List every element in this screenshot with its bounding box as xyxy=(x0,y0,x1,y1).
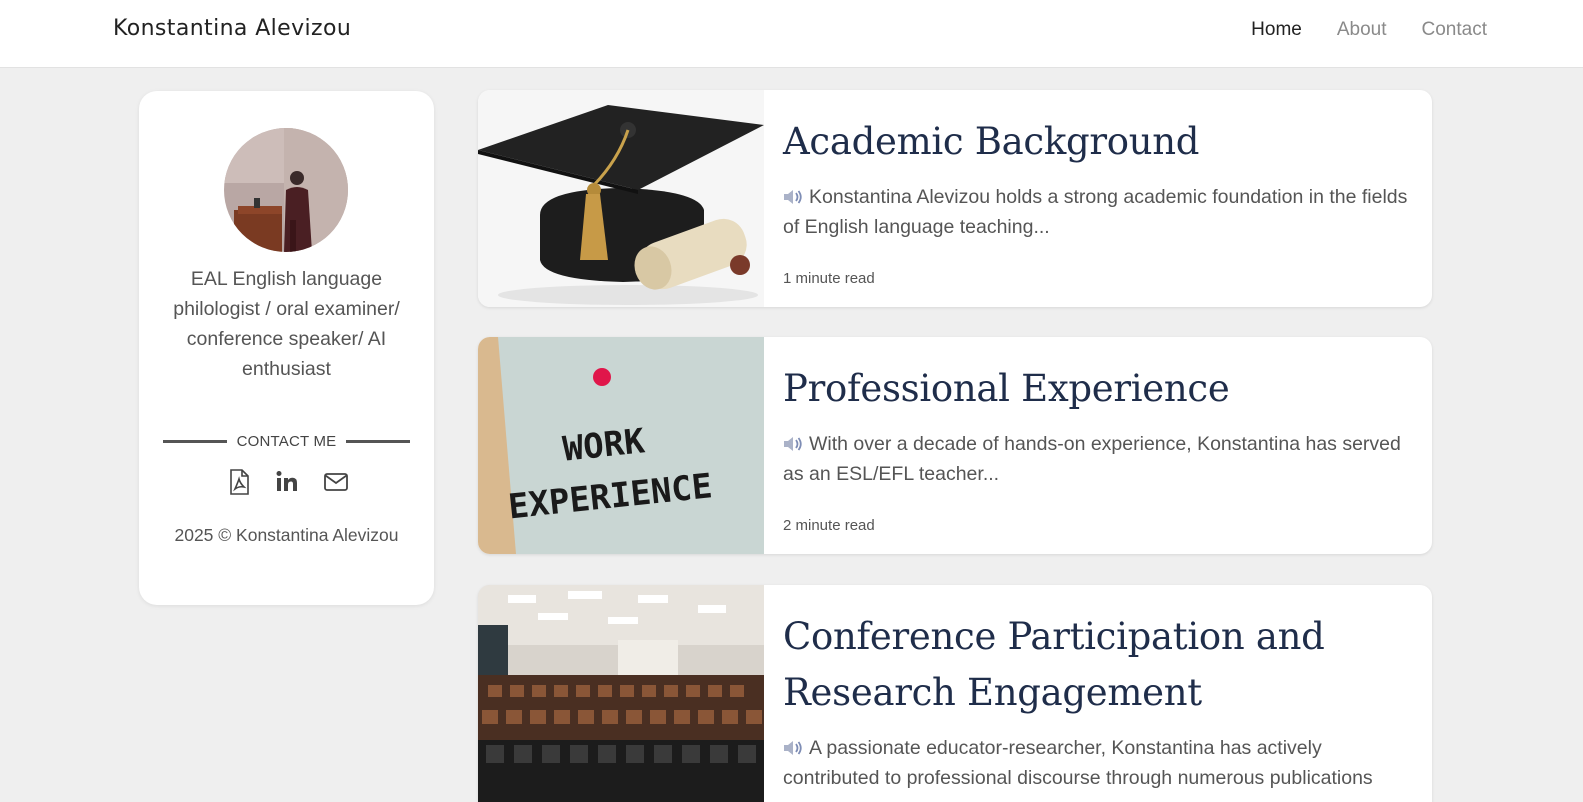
pdf-icon[interactable] xyxy=(227,469,251,495)
speaker-icon[interactable] xyxy=(783,184,803,204)
post-card[interactable]: Academic Background Konstantina Alevizou… xyxy=(478,90,1432,307)
nav-contact[interactable]: Contact xyxy=(1422,19,1487,41)
contact-divider: CONTACT ME xyxy=(163,433,410,450)
post-excerpt: Konstantina Alevizou holds a strong acad… xyxy=(783,182,1414,242)
site-brand[interactable]: Konstantina Alevizou xyxy=(113,16,351,41)
post-title[interactable]: Professional Experience xyxy=(783,361,1414,417)
email-icon[interactable] xyxy=(323,469,348,495)
post-thumbnail[interactable] xyxy=(478,585,764,802)
profile-card: EAL English language philologist / oral … xyxy=(139,91,434,605)
post-excerpt-text: Konstantina Alevizou holds a strong acad… xyxy=(783,186,1408,238)
post-card[interactable]: Conference Participation and Research En… xyxy=(478,585,1432,802)
contact-icons xyxy=(139,469,434,495)
nav-home[interactable]: Home xyxy=(1251,19,1302,41)
copyright-note: 2025 © Konstantina Alevizou xyxy=(174,525,399,545)
linkedin-icon[interactable] xyxy=(275,469,299,495)
avatar xyxy=(224,128,348,252)
speaker-icon[interactable] xyxy=(783,431,803,451)
post-excerpt-text: With over a decade of hands-on experienc… xyxy=(783,433,1401,485)
work-text: WORK xyxy=(561,421,647,469)
post-body: Academic Background Konstantina Alevizou… xyxy=(783,114,1414,287)
post-body: Professional Experience With over a deca… xyxy=(783,361,1414,534)
post-title[interactable]: Academic Background xyxy=(783,114,1414,170)
post-excerpt-text: A passionate educator-researcher, Konsta… xyxy=(783,737,1373,789)
main-nav: Home About Contact xyxy=(1251,19,1487,41)
post-card[interactable]: WORK EXPERIENCE Professional Experience … xyxy=(478,337,1432,554)
post-title[interactable]: Conference Participation and Research En… xyxy=(783,609,1414,721)
speaker-icon[interactable] xyxy=(783,735,803,755)
post-thumbnail[interactable] xyxy=(478,90,764,307)
post-excerpt: With over a decade of hands-on experienc… xyxy=(783,429,1414,489)
divider-line xyxy=(163,440,227,443)
contact-label: CONTACT ME xyxy=(236,433,337,450)
top-navbar: Konstantina Alevizou Home About Contact xyxy=(0,0,1583,68)
read-time: 2 minute read xyxy=(783,517,875,534)
post-body: Conference Participation and Research En… xyxy=(783,609,1414,793)
read-time: 1 minute read xyxy=(783,270,875,287)
post-excerpt: A passionate educator-researcher, Konsta… xyxy=(783,733,1414,793)
divider-line xyxy=(346,440,410,443)
nav-about[interactable]: About xyxy=(1337,19,1387,41)
profile-bio: EAL English language philologist / oral … xyxy=(173,268,400,380)
post-thumbnail[interactable]: WORK EXPERIENCE xyxy=(478,337,764,554)
